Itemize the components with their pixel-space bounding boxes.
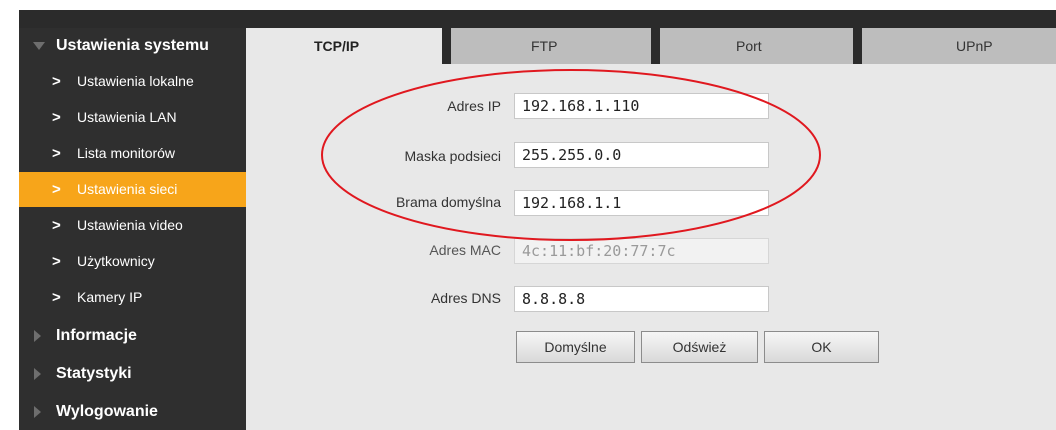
tab-divider [651,28,660,64]
tab-port[interactable]: Port [660,28,853,64]
sidebar-item-label: Ustawienia LAN [77,109,177,125]
tab-divider [442,28,451,64]
sidebar-section-label: Wylogowanie [56,403,158,420]
chevron-right-icon: > [52,145,61,162]
sidebar-item-video-settings[interactable]: > Ustawienia video [19,208,246,243]
caret-right-icon [34,406,41,418]
sidebar-item-network-settings[interactable]: > Ustawienia sieci [19,172,246,207]
sidebar-item-label: Ustawienia video [77,217,183,233]
sidebar-item-label: Ustawienia sieci [77,181,178,197]
ip-address-field[interactable]: 192.168.1.110 [514,93,769,119]
tab-label: Port [736,38,762,54]
mac-address-label: Adres MAC [429,242,501,258]
refresh-button[interactable]: Odśwież [641,331,758,363]
sidebar-section-system-settings[interactable]: Ustawienia systemu [19,28,246,64]
subnet-mask-label: Maska podsieci [404,148,502,164]
sidebar-section-label: Informacje [56,327,137,344]
sidebar-item-ip-cameras[interactable]: > Kamery IP [19,280,246,315]
chevron-right-icon: > [52,217,61,234]
chevron-right-icon: > [52,109,61,126]
chevron-right-icon: > [52,289,61,306]
chevron-right-icon: > [52,73,61,90]
sidebar-section-statistics[interactable]: Statystyki [19,356,246,392]
ok-button[interactable]: OK [764,331,879,363]
tab-ftp[interactable]: FTP [451,28,651,64]
dns-address-label: Adres DNS [430,290,501,306]
default-gateway-label: Brama domyślna [395,194,501,210]
tab-tcp-ip[interactable]: TCP/IP [246,28,442,64]
top-bar [19,10,1056,28]
tab-divider [853,28,862,64]
sidebar-item-label: Lista monitorów [77,145,176,161]
tab-upnp[interactable]: UPnP [862,28,1056,64]
sidebar-item-lan-settings[interactable]: > Ustawienia LAN [19,100,246,135]
mac-address-field: 4c:11:bf:20:77:7c [514,238,769,264]
ip-address-label: Adres IP [447,98,501,114]
sidebar-item-label: Kamery IP [77,289,143,305]
default-gateway-field[interactable]: 192.168.1.1 [514,190,769,216]
sidebar-section-information[interactable]: Informacje [19,318,246,354]
main-panel: TCP/IP FTP Port UPnP Adres IP 192.168.1.… [246,28,1056,430]
sidebar-item-monitor-list[interactable]: > Lista monitorów [19,136,246,171]
caret-right-icon [34,330,41,342]
sidebar-item-local-settings[interactable]: > Ustawienia lokalne [19,64,246,99]
tab-bar: TCP/IP FTP Port UPnP [246,28,1056,64]
sidebar-section-label: Ustawienia systemu [56,37,209,54]
sidebar-section-label: Statystyki [56,365,132,382]
tab-label: UPnP [956,38,993,54]
tab-label: TCP/IP [314,38,360,54]
sidebar: Ustawienia systemu > Ustawienia lokalne … [19,28,246,430]
sidebar-item-users[interactable]: > Użytkownicy [19,244,246,279]
sidebar-item-label: Ustawienia lokalne [77,73,194,89]
dns-address-field[interactable]: 8.8.8.8 [514,286,769,312]
caret-right-icon [34,368,41,380]
caret-down-icon [33,42,45,50]
chevron-right-icon: > [52,181,61,198]
sidebar-item-label: Użytkownicy [77,253,155,269]
subnet-mask-field[interactable]: 255.255.0.0 [514,142,769,168]
tab-label: FTP [531,38,558,54]
defaults-button[interactable]: Domyślne [516,331,635,363]
sidebar-section-logout[interactable]: Wylogowanie [19,394,246,430]
chevron-right-icon: > [52,253,61,270]
